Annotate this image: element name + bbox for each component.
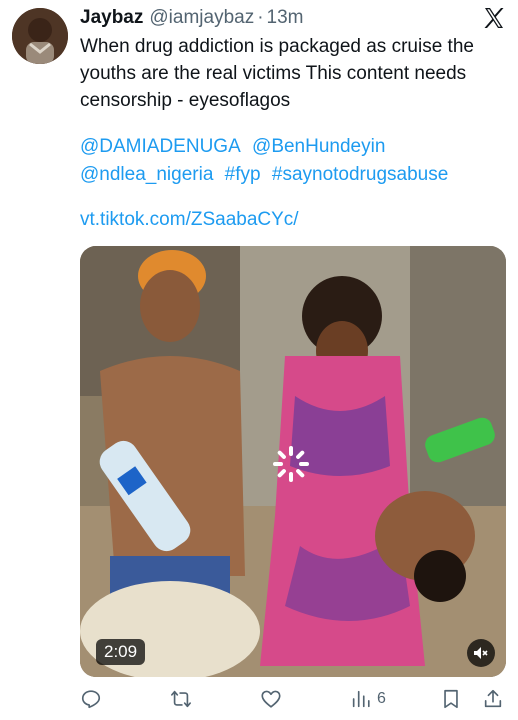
separator-dot: ·: [257, 7, 264, 28]
bookmark-icon: [444, 689, 458, 709]
retweet-icon: [171, 690, 191, 708]
bookmark-button[interactable]: [440, 686, 462, 712]
mute-icon: [474, 647, 488, 659]
mute-button[interactable]: [467, 639, 495, 667]
video-duration: 2:09: [96, 639, 146, 665]
tiktok-link[interactable]: vt.tiktok.com/ZSaabaCYc/: [80, 209, 299, 231]
tweet-text: When drug addiction is packaged as cruis…: [80, 36, 474, 111]
tweet-actions: 6: [78, 686, 508, 712]
share-button[interactable]: [482, 686, 504, 712]
retweet-button[interactable]: [170, 686, 192, 712]
mentions-list: @DAMIADENUGA @BenHundeyin @ndlea_nigeria…: [80, 133, 508, 189]
reply-icon: [81, 690, 101, 709]
x-logo-icon[interactable]: [482, 6, 506, 30]
like-button[interactable]: [260, 686, 282, 712]
tweet-time[interactable]: 13m: [267, 7, 304, 29]
avatar[interactable]: [12, 8, 68, 64]
mention-ndlea-nigeria[interactable]: @ndlea_nigeria: [80, 164, 213, 185]
views-button[interactable]: 6: [350, 686, 386, 712]
views-count: 6: [377, 690, 386, 707]
mention-damiadenuga[interactable]: @DAMIADENUGA: [80, 136, 241, 157]
author-handle[interactable]: @iamjaybaz: [149, 7, 254, 29]
reply-button[interactable]: [80, 686, 102, 712]
avatar-image: [12, 8, 68, 64]
video-media[interactable]: 2:09: [80, 246, 506, 677]
views-icon: [352, 690, 370, 708]
loading-spinner-icon: [273, 446, 309, 482]
author-name[interactable]: Jaybaz: [80, 7, 143, 29]
like-icon: [261, 690, 281, 708]
tweet-header: Jaybaz @iamjaybaz · 13m: [80, 6, 506, 30]
hashtag-fyp[interactable]: #fyp: [225, 164, 261, 185]
share-icon: [484, 689, 502, 708]
hashtag-saynotodrugsabuse[interactable]: #saynotodrugsabuse: [272, 164, 448, 185]
mention-benhundeyin[interactable]: @BenHundeyin: [252, 136, 385, 157]
